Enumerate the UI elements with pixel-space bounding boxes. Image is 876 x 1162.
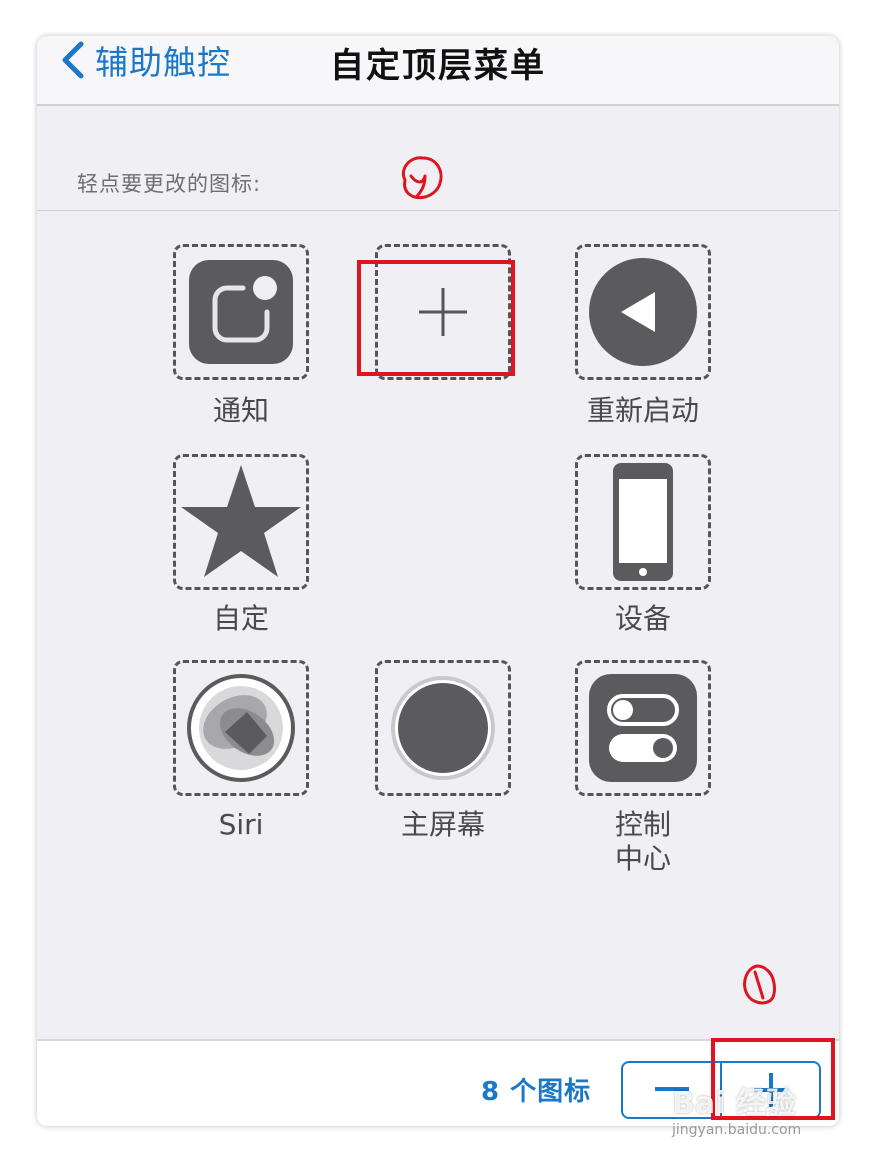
icon-slot-siri[interactable] — [173, 660, 309, 796]
navigation-bar: 辅助触控 自定顶层菜单 — [37, 36, 839, 106]
icon-label-siri: Siri — [218, 808, 264, 841]
siri-icon — [187, 674, 295, 782]
star-icon — [181, 465, 301, 577]
highlight-box-empty-slot — [357, 260, 515, 376]
separator — [37, 210, 839, 211]
icon-slot-notification[interactable] — [173, 244, 309, 380]
icon-label-home: 主屏幕 — [400, 808, 485, 841]
restart-icon — [589, 258, 697, 366]
icon-label-control-center-line1: 控制 — [614, 808, 671, 841]
icon-label-control-center-line2: 中心 — [614, 842, 671, 875]
icon-slot-device[interactable] — [575, 454, 711, 590]
icon-label-notification: 通知 — [212, 394, 269, 427]
notification-icon — [189, 260, 293, 364]
icon-label-restart: 重新启动 — [586, 394, 699, 427]
icon-label-control-center: 控制 中心 — [553, 808, 733, 876]
icon-slot-control-center[interactable] — [575, 660, 711, 796]
watermark-url: jingyan.baidu.com — [672, 1122, 802, 1138]
section-header: 轻点要更改的图标: — [77, 172, 262, 196]
icon-slot-restart[interactable] — [575, 244, 711, 380]
icon-slot-custom[interactable] — [173, 454, 309, 590]
icon-label-custom: 自定 — [212, 602, 269, 635]
icon-slot-home[interactable] — [375, 660, 511, 796]
device-icon — [613, 463, 673, 581]
screen: 辅助触控 自定顶层菜单 轻点要更改的图标: 通知 重新启动 自定 设备 Siri… — [37, 36, 839, 1126]
annotation-circle-icon — [402, 156, 443, 200]
control-center-icon — [589, 674, 697, 782]
icon-label-device: 设备 — [614, 602, 671, 635]
page-title: 自定顶层菜单 — [330, 46, 546, 86]
icon-count: 8 个图标 — [481, 1077, 592, 1107]
home-button-icon — [391, 676, 495, 780]
annotation-mark-icon — [743, 964, 776, 1005]
watermark-logo: Bai 经验 — [672, 1086, 796, 1121]
